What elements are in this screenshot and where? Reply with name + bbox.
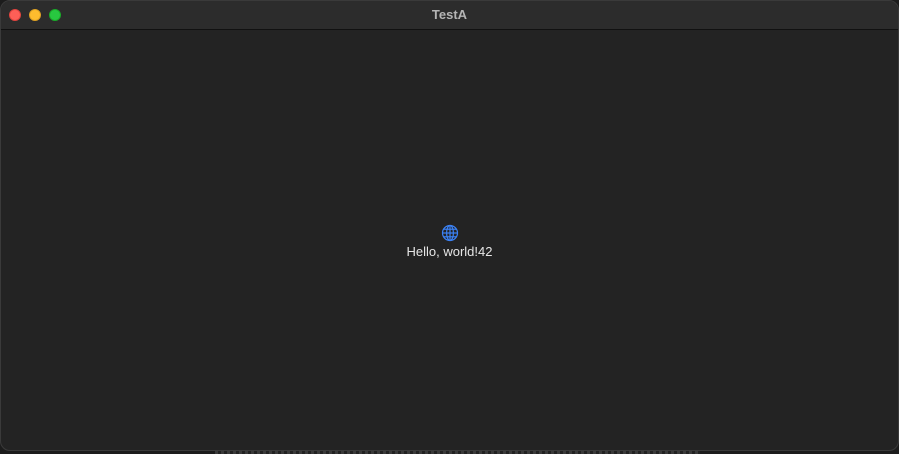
title-bar[interactable]: TestA	[1, 1, 898, 30]
content-stack: Hello, world!42	[1, 224, 898, 260]
hello-text: Hello, world!42	[406, 244, 493, 259]
app-window: TestA Hello, world!42	[0, 0, 899, 451]
content-area: Hello, world!42	[1, 30, 898, 450]
globe-icon	[441, 224, 458, 242]
window-title: TestA	[431, 7, 468, 22]
